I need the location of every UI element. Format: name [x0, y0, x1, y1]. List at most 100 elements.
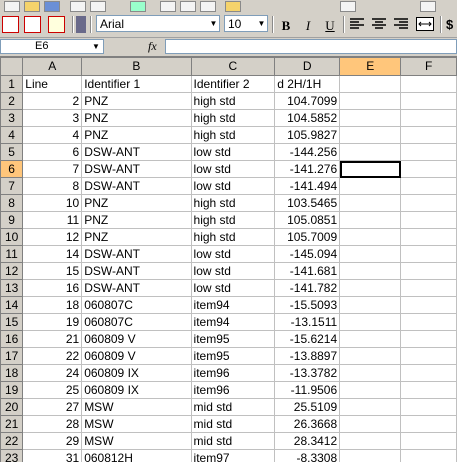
- cell-e[interactable]: [339, 296, 402, 314]
- print-icon[interactable]: [70, 1, 86, 12]
- cell-e[interactable]: [339, 432, 402, 450]
- cell-b[interactable]: MSW: [81, 415, 192, 433]
- cell-d[interactable]: 104.7099: [274, 92, 341, 110]
- cell-f[interactable]: [400, 75, 457, 93]
- cell-d[interactable]: -13.3782: [274, 364, 341, 382]
- cell-c[interactable]: high std: [190, 211, 276, 229]
- cell-d[interactable]: 105.9827: [274, 126, 341, 144]
- cell-a[interactable]: 31: [22, 449, 83, 462]
- cell-e[interactable]: [339, 177, 402, 195]
- cell-b[interactable]: 060807C: [81, 296, 192, 314]
- cell-b[interactable]: PNZ: [81, 92, 192, 110]
- cell-f[interactable]: [400, 313, 457, 331]
- cell-a[interactable]: 21: [22, 330, 83, 348]
- cell-d[interactable]: 25.5109: [274, 398, 341, 416]
- cell-f[interactable]: [400, 143, 457, 161]
- cell-b[interactable]: 060809 V: [81, 347, 192, 365]
- cell-f[interactable]: [400, 415, 457, 433]
- cell-c[interactable]: high std: [190, 228, 276, 246]
- cell-b[interactable]: PNZ: [81, 126, 192, 144]
- cell-a[interactable]: 8: [22, 177, 83, 195]
- cell-e[interactable]: [339, 245, 402, 263]
- align-left-icon[interactable]: [350, 18, 364, 30]
- row-header[interactable]: 5: [0, 143, 24, 161]
- cell-d[interactable]: 103.5465: [274, 194, 341, 212]
- cell-b[interactable]: 060812H: [81, 449, 192, 462]
- row-header[interactable]: 11: [0, 245, 24, 263]
- cell-c[interactable]: high std: [190, 92, 276, 110]
- cell-a[interactable]: 28: [22, 415, 83, 433]
- cell-d[interactable]: -141.276: [274, 160, 341, 178]
- row-header[interactable]: 9: [0, 211, 24, 229]
- chevron-down-icon[interactable]: ▼: [255, 15, 268, 32]
- cell-d[interactable]: 105.0851: [274, 211, 341, 229]
- row-header[interactable]: 15: [0, 313, 24, 331]
- cell-f[interactable]: [400, 279, 457, 297]
- cell-d[interactable]: 105.7009: [274, 228, 341, 246]
- bold-button[interactable]: B: [276, 16, 296, 35]
- print-preview-icon[interactable]: [90, 1, 106, 12]
- cell-e[interactable]: [339, 109, 402, 127]
- row-header[interactable]: 21: [0, 415, 24, 433]
- cell-d[interactable]: -13.1511: [274, 313, 341, 331]
- cell-e[interactable]: [339, 75, 402, 93]
- cell-c[interactable]: low std: [190, 245, 276, 263]
- cell-c[interactable]: low std: [190, 177, 276, 195]
- merge-center-icon[interactable]: [416, 17, 434, 31]
- formula-input[interactable]: [165, 39, 457, 54]
- cell-b[interactable]: DSW-ANT: [81, 279, 192, 297]
- cell-f[interactable]: [400, 160, 457, 178]
- column-header-a[interactable]: A: [22, 57, 83, 76]
- align-center-icon[interactable]: [372, 18, 386, 30]
- font-name-combo[interactable]: Arial: [96, 15, 220, 32]
- row-header[interactable]: 20: [0, 398, 24, 416]
- format-painter-icon[interactable]: [225, 1, 241, 12]
- cell-e[interactable]: [339, 398, 402, 416]
- cell-b[interactable]: PNZ: [81, 109, 192, 127]
- cell-b[interactable]: DSW-ANT: [81, 262, 192, 280]
- cell-c[interactable]: Identifier 2: [190, 75, 276, 93]
- row-header[interactable]: 16: [0, 330, 24, 348]
- cell-b[interactable]: 060809 IX: [81, 364, 192, 382]
- cell-f[interactable]: [400, 245, 457, 263]
- chevron-down-icon[interactable]: ▼: [207, 15, 220, 32]
- toolbar-options-icon[interactable]: [76, 16, 86, 33]
- cell-f[interactable]: [400, 92, 457, 110]
- cut-icon[interactable]: [160, 1, 176, 12]
- cell-c[interactable]: item97: [190, 449, 276, 462]
- cell-b[interactable]: PNZ: [81, 194, 192, 212]
- row-header[interactable]: 23: [0, 449, 24, 462]
- cell-c[interactable]: low std: [190, 160, 276, 178]
- cell-e[interactable]: [339, 313, 402, 331]
- row-header[interactable]: 17: [0, 347, 24, 365]
- cell-a[interactable]: 15: [22, 262, 83, 280]
- cell-b[interactable]: PNZ: [81, 228, 192, 246]
- cell-c[interactable]: item95: [190, 347, 276, 365]
- cell-a[interactable]: 29: [22, 432, 83, 450]
- cell-d[interactable]: -15.5093: [274, 296, 341, 314]
- cell-f[interactable]: [400, 398, 457, 416]
- cell-f[interactable]: [400, 449, 457, 462]
- cell-a[interactable]: 11: [22, 211, 83, 229]
- cell-f[interactable]: [400, 109, 457, 127]
- column-header-b[interactable]: B: [81, 57, 192, 76]
- row-header[interactable]: 3: [0, 109, 24, 127]
- cell-e[interactable]: [339, 347, 402, 365]
- column-header-f[interactable]: F: [400, 57, 457, 76]
- cell-a[interactable]: 18: [22, 296, 83, 314]
- cell-a[interactable]: Line: [22, 75, 83, 93]
- cell-a[interactable]: 3: [22, 109, 83, 127]
- cell-d[interactable]: -11.9506: [274, 381, 341, 399]
- cell-a[interactable]: 4: [22, 126, 83, 144]
- cell-b[interactable]: DSW-ANT: [81, 245, 192, 263]
- cell-b[interactable]: 060809 IX: [81, 381, 192, 399]
- column-header-c[interactable]: C: [190, 57, 276, 76]
- cell-e[interactable]: [339, 279, 402, 297]
- cell-a[interactable]: 27: [22, 398, 83, 416]
- cell-d[interactable]: -145.094: [274, 245, 341, 263]
- italic-button[interactable]: I: [298, 16, 318, 35]
- save-icon[interactable]: [44, 1, 60, 12]
- name-box[interactable]: E6: [0, 39, 104, 54]
- cell-e[interactable]: [339, 449, 402, 462]
- cell-c[interactable]: low std: [190, 143, 276, 161]
